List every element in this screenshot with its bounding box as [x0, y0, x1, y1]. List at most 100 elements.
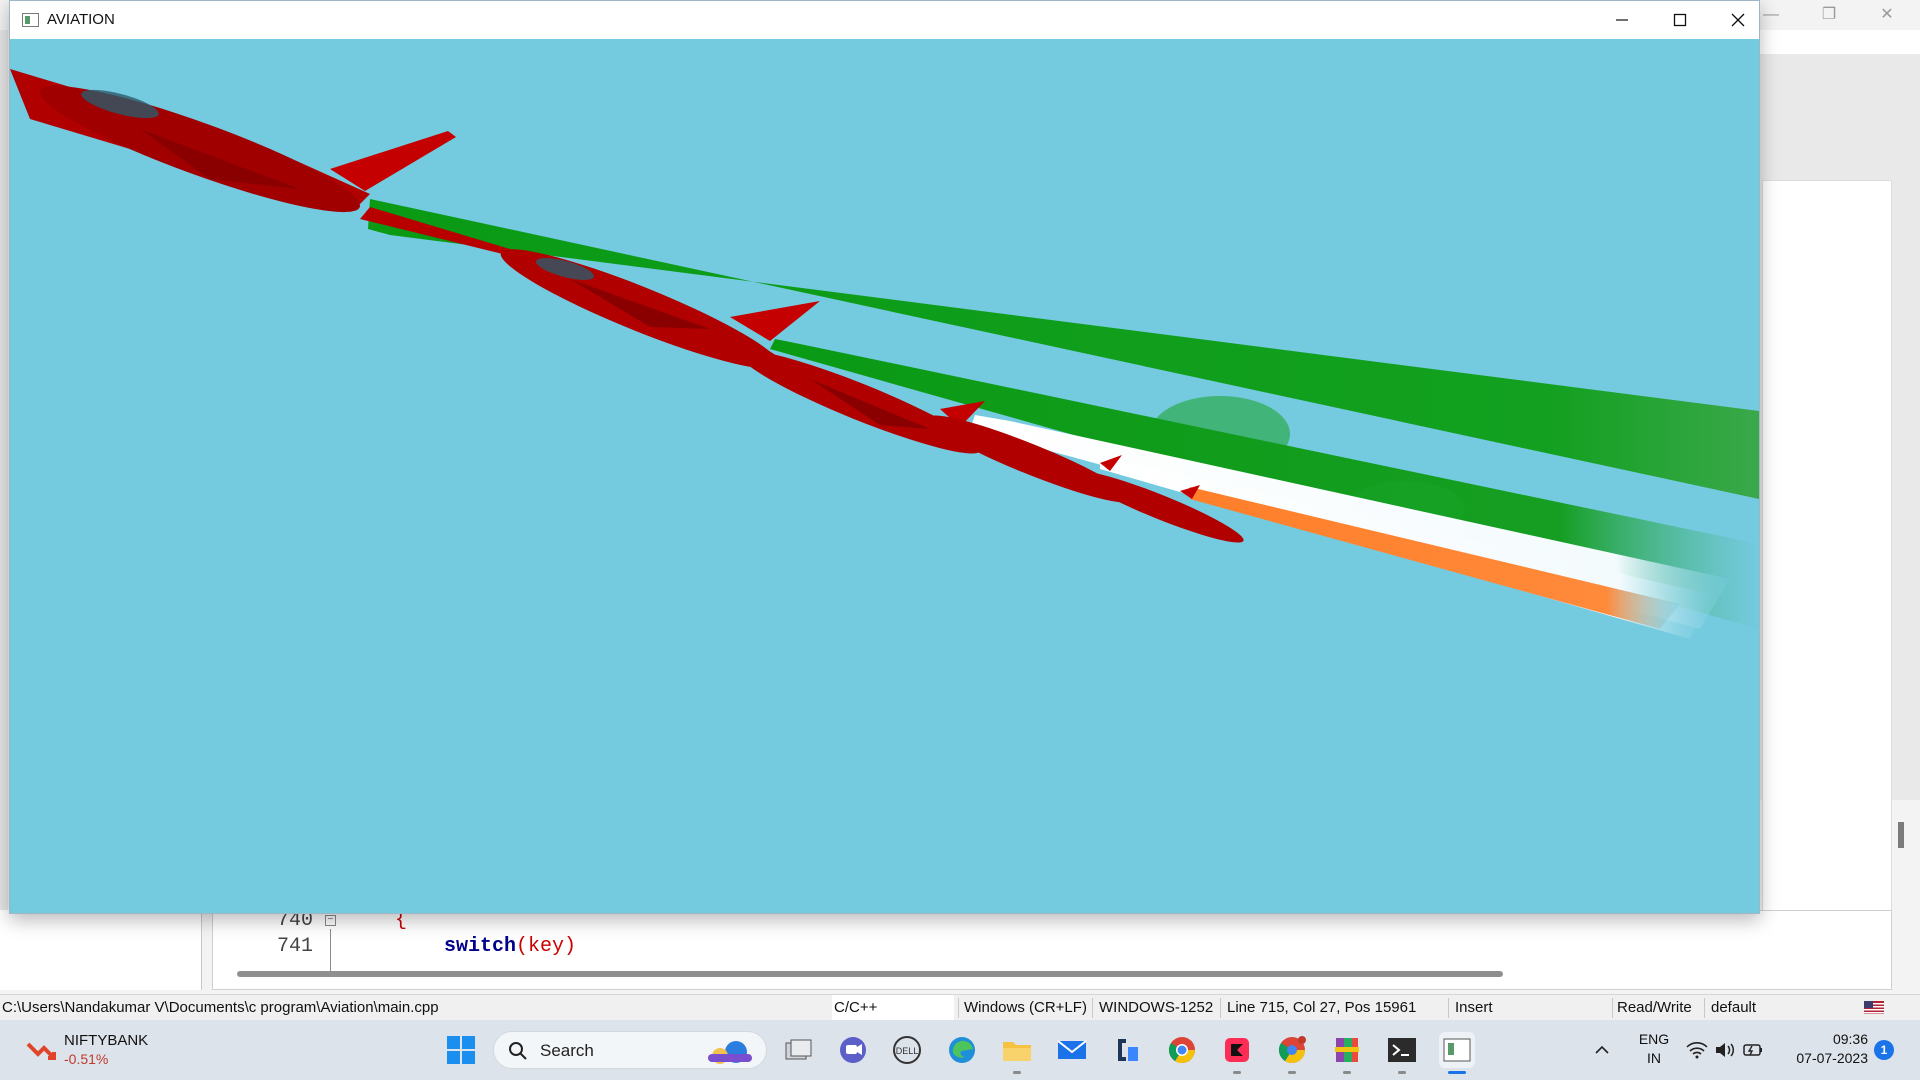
status-profile: default [1711, 999, 1757, 1016]
windows-logo-icon [447, 1036, 475, 1064]
status-separator [1704, 998, 1705, 1018]
taskbar-task-view[interactable] [780, 1032, 816, 1068]
active-indicator [1448, 1071, 1466, 1074]
status-separator [1092, 998, 1093, 1018]
folder-icon [1003, 1042, 1031, 1061]
notification-badge[interactable]: 1 [1874, 1040, 1894, 1060]
aviation-app-icon [1443, 1038, 1471, 1062]
task-view-icon [785, 1039, 812, 1060]
region-code: IN [1647, 1050, 1661, 1066]
maximize-icon [1673, 13, 1687, 27]
wifi-icon [1686, 1042, 1708, 1059]
search-icon [509, 1042, 527, 1060]
market-change: -0.51% [64, 1051, 109, 1067]
fold-guide [330, 929, 331, 971]
code-editor[interactable]: 740 − { 741 switch(key) [212, 909, 1892, 990]
code-keyword: switch [444, 935, 517, 958]
code-text: switch(key) [444, 935, 576, 959]
code-args: (key) [516, 935, 577, 958]
fold-toggle-icon[interactable]: − [325, 915, 336, 926]
taskbar-chrome-profile[interactable] [1274, 1032, 1310, 1074]
ide-toolbar-strip [0, 30, 8, 990]
status-language: C/C++ [832, 995, 954, 1021]
status-line-endings: Windows (CR+LF) [964, 999, 1087, 1016]
horizontal-scrollbar-thumb[interactable] [237, 971, 1503, 977]
clock-date: 07-07-2023 [1796, 1050, 1868, 1066]
clock-time: 09:36 [1832, 1031, 1868, 1047]
running-indicator [1233, 1071, 1241, 1074]
status-separator [1612, 998, 1613, 1018]
chrome-profile-icon [1278, 1036, 1306, 1064]
taskbar-codeblocks[interactable] [1109, 1032, 1145, 1068]
aviation-window: AVIATION [9, 0, 1760, 914]
mail-icon [1057, 1040, 1087, 1059]
close-button[interactable] [1709, 1, 1767, 39]
ide-side-document [1762, 180, 1892, 960]
status-access: Read/Write [1617, 999, 1692, 1016]
line-number: 741 [276, 935, 313, 958]
archive-icon [1335, 1038, 1359, 1062]
ide-close-button[interactable]: ✕ [1864, 4, 1910, 26]
running-indicator [1398, 1071, 1406, 1074]
app-icon [1225, 1038, 1249, 1062]
ide-management-panel [0, 910, 202, 990]
volume-icon [1716, 1043, 1735, 1057]
code-editor-icon [1118, 1039, 1138, 1061]
market-widget[interactable]: NIFTYBANK -0.51% [22, 1030, 182, 1070]
red-jet-plane-3 [739, 350, 985, 454]
taskbar-terminal[interactable] [1384, 1032, 1420, 1074]
taskbar-winrar[interactable] [1329, 1032, 1365, 1074]
status-insert-mode: Insert [1455, 999, 1493, 1016]
minimize-icon [1616, 19, 1628, 21]
status-separator [1448, 998, 1449, 1018]
taskbar-edge[interactable] [944, 1032, 980, 1068]
taskbar-app-red[interactable] [1219, 1032, 1255, 1074]
minimize-button[interactable] [1593, 1, 1651, 39]
system-clock[interactable]: 09:36 07-07-2023 [1784, 1030, 1868, 1068]
window-title: AVIATION [47, 11, 115, 28]
edge-icon [949, 1037, 975, 1063]
start-button[interactable] [443, 1032, 479, 1068]
ide-side-panel-header [1760, 30, 1920, 54]
opengl-canvas[interactable] [10, 39, 1759, 913]
maximize-button[interactable] [1651, 1, 1709, 39]
chat-icon [840, 1037, 866, 1063]
status-encoding: WINDOWS-1252 [1099, 999, 1214, 1016]
language-code: ENG [1638, 1031, 1670, 1047]
close-icon [1731, 13, 1745, 27]
running-indicator [1013, 1071, 1021, 1074]
status-separator [958, 998, 959, 1018]
running-indicator [1343, 1071, 1351, 1074]
status-separator [1220, 998, 1221, 1018]
taskbar-chrome[interactable] [1164, 1032, 1200, 1068]
aviation-scene [10, 69, 1759, 639]
running-indicator [1288, 1071, 1296, 1074]
vertical-scrollbar-thumb[interactable] [1898, 822, 1904, 848]
taskbar-dell[interactable]: DELL [889, 1032, 925, 1068]
taskbar-search[interactable]: Search [493, 1031, 767, 1069]
dell-icon: DELL [893, 1036, 921, 1064]
taskbar-mail[interactable] [1054, 1032, 1090, 1068]
svg-text:DELL: DELL [896, 1046, 919, 1056]
aviation-titlebar[interactable]: AVIATION [10, 1, 1759, 39]
stock-trend-icon [26, 1042, 56, 1060]
taskbar-teams-chat[interactable] [835, 1032, 871, 1068]
input-language-indicator[interactable]: ENG IN [1634, 1030, 1674, 1068]
ide-restore-button[interactable]: ❐ [1806, 4, 1852, 26]
taskbar: NIFTYBANK -0.51% Search DELL ENG IN 09:3… [0, 1020, 1920, 1080]
terminal-icon [1388, 1038, 1416, 1062]
taskbar-aviation-app[interactable] [1439, 1032, 1475, 1074]
market-name: NIFTYBANK [64, 1032, 149, 1049]
search-label: Search [540, 1041, 594, 1060]
app-window-icon [22, 13, 39, 27]
status-cursor-position: Line 715, Col 27, Pos 15961 [1227, 999, 1417, 1016]
quick-settings-button[interactable] [1680, 1032, 1770, 1068]
us-flag-icon [1864, 1001, 1884, 1014]
search-highlight-icon [708, 1041, 752, 1064]
chevron-up-icon [1595, 1045, 1609, 1054]
battery-icon [1743, 1044, 1762, 1056]
status-file-path: C:\Users\Nandakumar V\Documents\c progra… [2, 999, 439, 1016]
taskbar-file-explorer[interactable] [999, 1032, 1035, 1074]
chrome-icon [1168, 1037, 1196, 1064]
tray-overflow-button[interactable] [1584, 1032, 1620, 1068]
